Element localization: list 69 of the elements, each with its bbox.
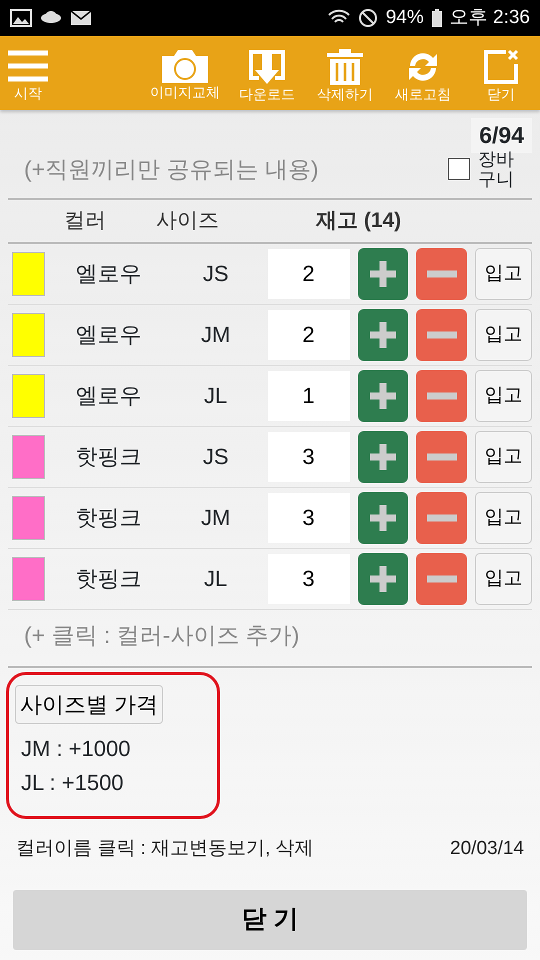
size-price-button[interactable]: 사이즈별 가격 [15, 684, 164, 724]
stock-in-button[interactable]: 입고 [475, 308, 532, 361]
plus-button[interactable] [358, 430, 408, 483]
minus-icon [426, 574, 457, 583]
color-name[interactable]: 엘로우 [45, 379, 172, 412]
color-name[interactable]: 엘로우 [45, 318, 172, 352]
size-cell-text: JL [203, 382, 228, 410]
price-line: JM : +1000 [20, 734, 130, 763]
trash-icon [326, 48, 364, 86]
size-cell-text: JL [203, 565, 228, 594]
minus-button[interactable] [416, 308, 468, 361]
plus-icon [370, 260, 396, 287]
color-name[interactable]: 핫핑크 [45, 562, 172, 596]
date-text: 20/03/14 [450, 837, 524, 862]
minus-icon [426, 514, 457, 522]
minus-icon [426, 270, 457, 278]
price-line: JL : +1500 [20, 768, 124, 797]
size-cell-text: JM [200, 504, 232, 532]
stock-in-button[interactable]: 입고 [475, 370, 532, 422]
mail-icon [70, 9, 92, 27]
color-name[interactable]: 엘로우 [45, 257, 172, 290]
clock: 오후 2:36 [450, 6, 530, 30]
stock-in-button[interactable]: 입고 [475, 492, 532, 544]
minus-button[interactable] [416, 430, 468, 483]
plus-icon [370, 504, 396, 531]
plus-button[interactable] [358, 552, 408, 605]
plus-icon [370, 444, 396, 470]
hint-text: 컬러이름 클릭 : 재고변동보기, 삭제 [16, 837, 314, 862]
stock-in-button[interactable]: 입고 [475, 248, 532, 300]
page-counter: 6/94 [471, 118, 532, 152]
battery-percent: 94% [386, 6, 424, 30]
note-text: (+직원끼리만 공유되는 내용) [24, 154, 319, 184]
blocked-icon [358, 8, 378, 28]
plus-icon [370, 566, 396, 592]
camera-icon [160, 48, 210, 84]
stock-in-button[interactable]: 입고 [475, 430, 532, 483]
quantity-field[interactable]: 2 [268, 248, 350, 299]
plus-button[interactable] [358, 492, 408, 544]
color-name[interactable]: 핫핑크 [45, 440, 172, 474]
plus-button[interactable] [358, 308, 408, 361]
color-name[interactable]: 핫핑크 [45, 501, 172, 534]
quantity-field[interactable]: 1 [268, 370, 350, 421]
plus-button[interactable] [358, 370, 408, 422]
plus-icon [370, 322, 396, 348]
close-window-icon [482, 48, 520, 86]
close-button[interactable]: 닫 기 [13, 890, 527, 950]
quantity-field[interactable]: 2 [268, 310, 350, 360]
minus-icon [426, 452, 457, 461]
quantity-field[interactable]: 3 [268, 554, 350, 604]
minus-icon [426, 330, 457, 339]
size-cell-text: JS [202, 260, 230, 288]
quantity-field[interactable]: 3 [268, 432, 350, 482]
plus-icon [370, 382, 396, 409]
minus-icon [426, 392, 457, 400]
size-cell-text: JS [202, 443, 230, 472]
battery-icon [432, 9, 442, 27]
quantity-field[interactable]: 3 [268, 492, 350, 543]
minus-button[interactable] [416, 492, 468, 544]
minus-button[interactable] [416, 370, 468, 422]
size-cell-text: JM [200, 321, 232, 350]
plus-button[interactable] [358, 248, 408, 300]
download-icon [247, 48, 287, 86]
stock-in-button[interactable]: 입고 [475, 552, 532, 605]
minus-button[interactable] [416, 248, 468, 300]
column-header: 재고 (14) [316, 208, 402, 234]
column-header: 컬러 [64, 208, 107, 234]
minus-button[interactable] [416, 552, 468, 605]
column-header: 사이즈 [156, 208, 220, 234]
image-icon [10, 9, 32, 27]
